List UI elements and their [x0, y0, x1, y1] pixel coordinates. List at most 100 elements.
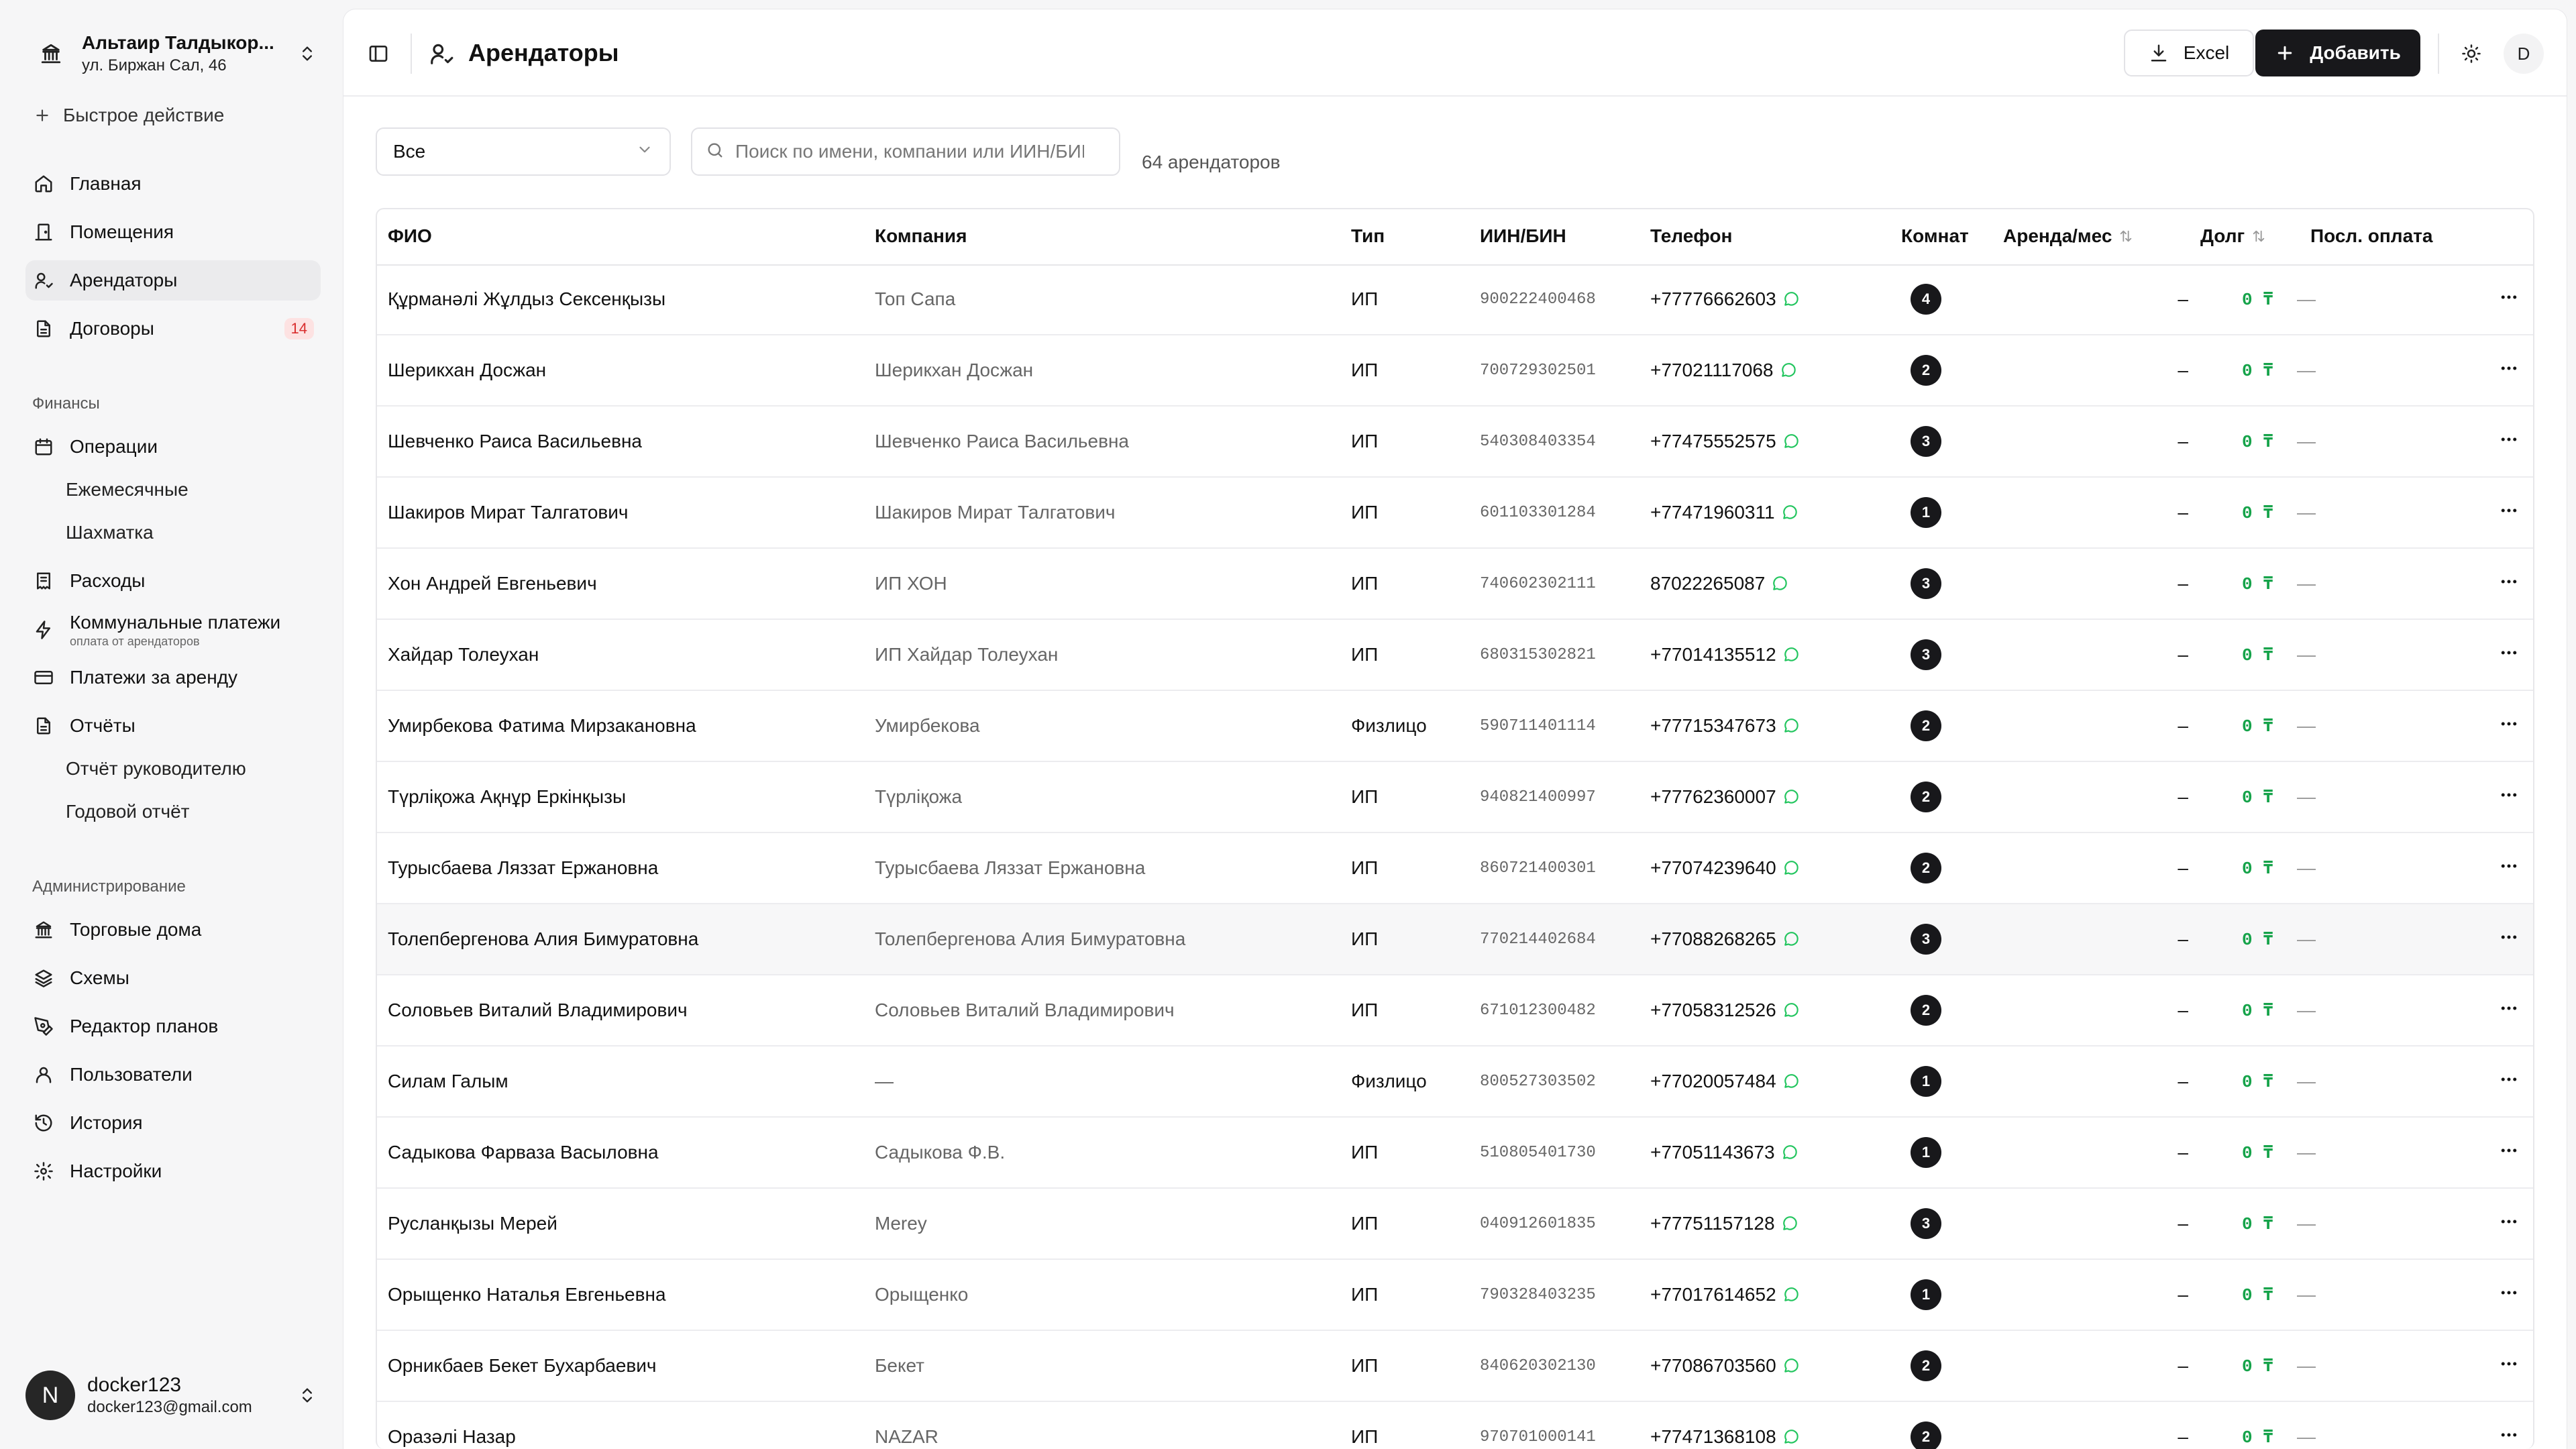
plus-icon [2275, 43, 2295, 63]
row-actions-button[interactable] [2496, 407, 2522, 476]
sidebar-subitem-monthly[interactable]: Ежемесячные [66, 479, 189, 500]
whatsapp-icon[interactable] [1783, 1357, 1801, 1375]
row-actions-button[interactable] [2496, 1331, 2522, 1401]
table-row[interactable]: Толепбергенова Алия Бимуратовна Толепберг… [377, 904, 2533, 975]
column-header-iin[interactable]: ИИН/БИН [1480, 225, 1566, 247]
org-switcher[interactable]: Альтаир Талдыкор... ул. Биржан Сал, 46 [25, 24, 321, 83]
table-row[interactable]: Орникбаев Бекет Бухарбаевич Бекет ИП 840620… [377, 1331, 2533, 1402]
column-header-type[interactable]: Тип [1351, 225, 1385, 247]
row-actions-button[interactable] [2496, 833, 2522, 903]
cell-phone: +77058312526 [1650, 975, 1801, 1045]
sidebar-item-malls[interactable]: Торговые дома [25, 910, 321, 950]
cell-rent: – [2178, 360, 2188, 380]
column-header-debt[interactable]: Долг [2200, 225, 2266, 247]
whatsapp-icon[interactable] [1783, 930, 1801, 948]
search-input[interactable] [734, 140, 1085, 163]
row-actions-button[interactable] [2496, 264, 2522, 334]
table-row[interactable]: Хайдар Толеухан ИП Хайдар Толеухан ИП 68031… [377, 620, 2533, 691]
sidebar-toggle-button[interactable] [364, 39, 393, 68]
whatsapp-icon[interactable] [1783, 1286, 1801, 1303]
theme-toggle-button[interactable] [2457, 39, 2486, 68]
table-row[interactable]: Турысбаева Ляззат Ержановна Турысбаева Ля… [377, 833, 2533, 904]
sidebar-item-settings[interactable]: Настройки [25, 1151, 321, 1191]
row-actions-button[interactable] [2496, 1260, 2522, 1330]
column-header-last-payment[interactable]: Посл. оплата [2310, 225, 2432, 247]
row-actions-button[interactable] [2496, 691, 2522, 761]
row-actions-button[interactable] [2496, 1189, 2522, 1258]
row-actions-button[interactable] [2496, 335, 2522, 405]
row-actions-button[interactable] [2496, 762, 2522, 832]
cell-debt: 0 ₸ [2242, 1000, 2273, 1021]
column-header-name[interactable]: ФИО [388, 225, 432, 247]
table-row[interactable]: Оразәлі Назар NAZAR ИП 970701000141 +7747136… [377, 1402, 2533, 1449]
sidebar-item-plan-editor[interactable]: Редактор планов [25, 1006, 321, 1046]
cell-rooms: 3 [1909, 407, 1943, 476]
table-row[interactable]: Садыкова Фарваза Васыловна Садыкова Ф.В. И… [377, 1118, 2533, 1189]
cell-company: Бекет [875, 1355, 924, 1376]
quick-action-button[interactable]: Быстрое действие [32, 105, 224, 126]
whatsapp-icon[interactable] [1783, 1428, 1801, 1446]
cell-rooms: 3 [1909, 1189, 1943, 1258]
whatsapp-icon[interactable] [1783, 717, 1801, 735]
user-menu[interactable]: N docker123 docker123@gmail.com [25, 1368, 321, 1422]
row-actions-button[interactable] [2496, 1402, 2522, 1449]
table-row[interactable]: Шевченко Раиса Васильевна Шевченко Раиса … [377, 407, 2533, 478]
whatsapp-icon[interactable] [1783, 859, 1801, 877]
sidebar-subitem-manager-report[interactable]: Отчёт руководителю [66, 758, 246, 780]
table-row[interactable]: Умирбекова Фатима Мирзакановна Умирбекова… [377, 691, 2533, 762]
more-horizontal-icon [2499, 287, 2519, 312]
table-row[interactable]: Шерикхан Досжан Шерикхан Досжан ИП 70072930… [377, 335, 2533, 407]
whatsapp-icon[interactable] [1782, 1144, 1799, 1161]
sidebar-item-expenses[interactable]: Расходы [25, 561, 321, 601]
sidebar-item-users[interactable]: Пользователи [25, 1055, 321, 1095]
row-actions-button[interactable] [2496, 1118, 2522, 1187]
whatsapp-icon[interactable] [1772, 575, 1789, 592]
column-header-rent[interactable]: Аренда/мес [2003, 225, 2133, 247]
cell-debt: 0 ₸ [2242, 645, 2273, 665]
sidebar-item-rent-payments[interactable]: Платежи за аренду [25, 657, 321, 698]
export-excel-button[interactable]: Excel [2124, 30, 2254, 76]
row-actions-button[interactable] [2496, 549, 2522, 619]
whatsapp-icon[interactable] [1783, 646, 1801, 663]
row-actions-button[interactable] [2496, 1046, 2522, 1116]
row-actions-button[interactable] [2496, 478, 2522, 547]
sidebar-subitem-annual-report[interactable]: Годовой отчёт [66, 801, 189, 822]
whatsapp-icon[interactable] [1780, 362, 1798, 379]
table-row[interactable]: Шакиров Мират Талгатович Шакиров Мират Та… [377, 478, 2533, 549]
sidebar-item-contracts[interactable]: Договоры 14 [25, 309, 321, 349]
row-actions-button[interactable] [2496, 904, 2522, 974]
whatsapp-icon[interactable] [1783, 1002, 1801, 1019]
add-tenant-button[interactable]: Добавить [2255, 30, 2420, 76]
sidebar-subitem-chess[interactable]: Шахматка [66, 522, 154, 543]
whatsapp-icon[interactable] [1783, 433, 1801, 450]
sidebar-item-tenants[interactable]: Арендаторы [25, 260, 321, 301]
table-row[interactable]: Хон Андрей Евгеньевич ИП ХОН ИП 74060230211… [377, 549, 2533, 620]
whatsapp-icon[interactable] [1783, 788, 1801, 806]
search-field[interactable] [691, 127, 1120, 176]
whatsapp-icon[interactable] [1782, 1215, 1799, 1232]
user-avatar-button[interactable]: D [2504, 34, 2544, 74]
row-actions-button[interactable] [2496, 975, 2522, 1045]
table-row[interactable]: Орыщенко Наталья Евгеньевна Орыщенко ИП 790… [377, 1260, 2533, 1331]
column-header-phone[interactable]: Телефон [1650, 225, 1732, 247]
tenant-type-select[interactable]: Все [376, 127, 671, 176]
table-row[interactable]: Силам Галым — Физлицо 800527303502 +77020057… [377, 1046, 2533, 1118]
sidebar-item-operations[interactable]: Операции [25, 427, 321, 467]
sidebar-item-schemes[interactable]: Схемы [25, 958, 321, 998]
row-actions-button[interactable] [2496, 620, 2522, 690]
sidebar-item-home[interactable]: Главная [25, 164, 321, 204]
sidebar-item-history[interactable]: История [25, 1103, 321, 1143]
sidebar-item-utilities[interactable]: Коммунальные платежи оплата от арендатор… [25, 606, 321, 653]
whatsapp-icon[interactable] [1782, 504, 1799, 521]
rooms-count-badge: 3 [1911, 1208, 1941, 1239]
whatsapp-icon[interactable] [1783, 290, 1801, 308]
column-header-rooms[interactable]: Комнат [1901, 225, 1969, 247]
table-row[interactable]: Соловьев Виталий Владимирович Соловьев Ви… [377, 975, 2533, 1046]
whatsapp-icon[interactable] [1783, 1073, 1801, 1090]
table-row[interactable]: Құрманәлі Жұлдыз Сексенқызы Топ Сапа ИП 900… [377, 264, 2533, 335]
table-row[interactable]: Русланқызы Мерей Merey ИП 040912601835 +7775… [377, 1189, 2533, 1260]
table-row[interactable]: Түрліқожа Ақнұр Еркінқызы Түрліқожа ИП 9408… [377, 762, 2533, 833]
column-header-company[interactable]: Компания [875, 225, 967, 247]
sidebar-item-reports[interactable]: Отчёты [25, 706, 321, 746]
sidebar-item-premises[interactable]: Помещения [25, 212, 321, 252]
